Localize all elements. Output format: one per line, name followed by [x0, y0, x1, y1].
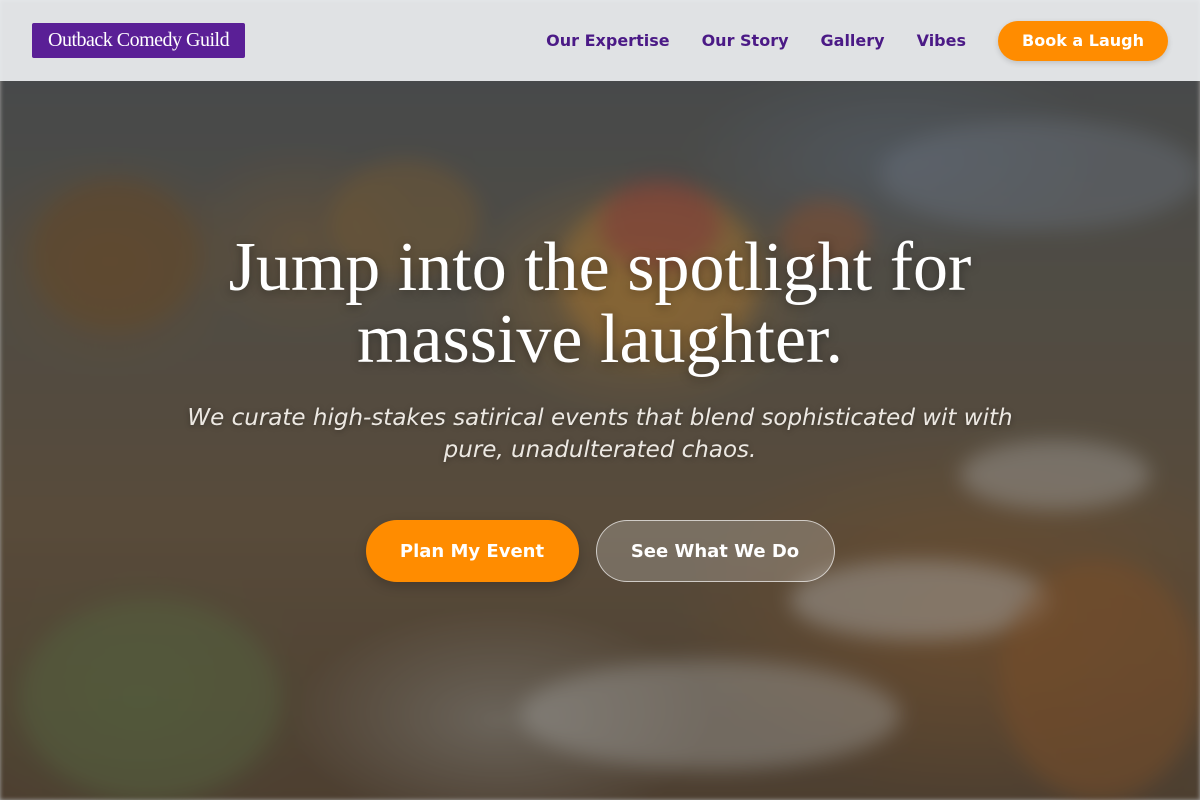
nav-link-vibes[interactable]: Vibes [917, 31, 966, 50]
book-a-laugh-button[interactable]: Book a Laugh [998, 20, 1168, 61]
top-navbar: Outback Comedy Guild Our Expertise Our S… [0, 0, 1200, 81]
nav-link-our-expertise[interactable]: Our Expertise [546, 31, 669, 50]
hero-subtitle: We curate high-stakes satirical events t… [187, 405, 1013, 463]
brand-logo[interactable]: Outback Comedy Guild [32, 23, 246, 58]
hero-title: Jump into the spotlight for massive laug… [228, 229, 972, 378]
hero-section: Jump into the spotlight for massive laug… [0, 232, 1200, 582]
nav-link-our-story[interactable]: Our Story [702, 31, 789, 50]
nav-links: Our Expertise Our Story Gallery Vibes Bo… [514, 20, 1168, 61]
nav-link-gallery[interactable]: Gallery [821, 31, 885, 50]
landing-page: Outback Comedy Guild Our Expertise Our S… [0, 0, 1200, 800]
see-what-we-do-button[interactable]: See What We Do [595, 520, 835, 582]
plan-my-event-button[interactable]: Plan My Event [365, 520, 579, 582]
hero-actions: Plan My Event See What We Do [0, 520, 1200, 582]
